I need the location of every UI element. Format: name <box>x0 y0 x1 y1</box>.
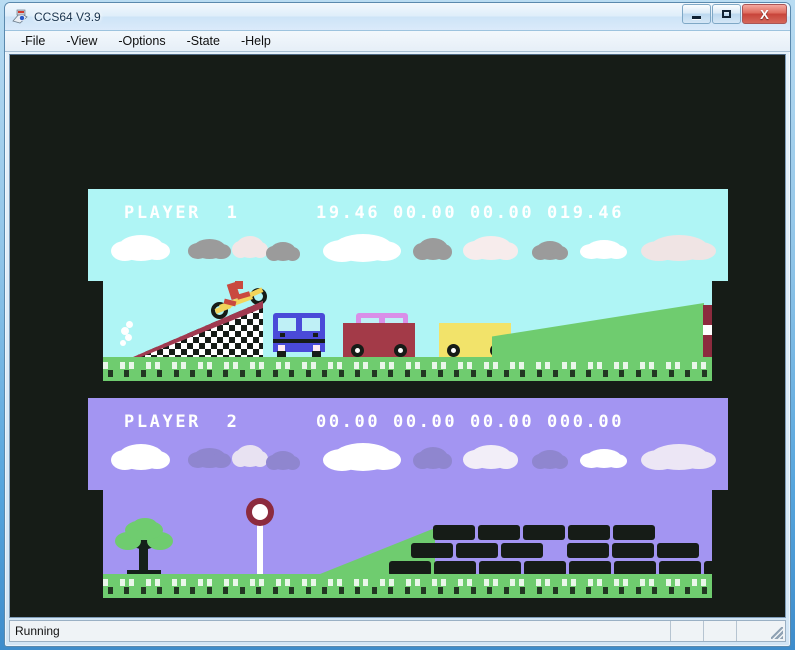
player1-times: 19.46 00.00 00.00 019.46 <box>316 203 625 223</box>
cloud <box>110 235 171 261</box>
menu-item-view[interactable]: -View <box>64 33 106 50</box>
window-controls: X <box>682 4 787 24</box>
menu-item-file[interactable]: -File <box>19 33 54 50</box>
cloud <box>580 449 628 468</box>
cloud <box>323 443 402 471</box>
menu-bar: -File -View -Options -State -Help <box>5 31 790 52</box>
brick <box>501 543 543 558</box>
menu-item-options[interactable]: -Options <box>116 33 174 50</box>
ground-strip <box>103 357 712 381</box>
player2-game-scene <box>103 490 712 598</box>
obstacle-brick-wall <box>389 524 712 576</box>
cloud <box>413 447 453 469</box>
brick <box>411 543 453 558</box>
cloud <box>187 239 231 259</box>
status-bar: Running <box>9 620 786 642</box>
minimize-icon <box>692 15 701 19</box>
cloud <box>463 236 518 260</box>
bus-detail <box>280 333 285 337</box>
application-window: CCS64 V3.9 X -File -View -Options -State… <box>4 2 791 647</box>
sign-disc <box>246 498 274 526</box>
brick <box>567 543 609 558</box>
status-panel-2 <box>703 621 736 641</box>
player1-cloud-band <box>88 231 728 281</box>
close-button[interactable]: X <box>742 4 787 24</box>
menu-item-state[interactable]: -State <box>185 33 229 50</box>
brick <box>478 525 520 540</box>
window-title: CCS64 V3.9 <box>34 9 101 24</box>
cloud <box>265 451 300 470</box>
cloud <box>231 236 268 258</box>
cloud <box>531 450 568 469</box>
maximize-icon <box>722 10 731 18</box>
player1-status-panel: PLAYER 1 19.46 00.00 00.00 019.46 <box>88 189 728 281</box>
car-roof <box>453 326 493 338</box>
cloud <box>640 235 717 261</box>
cloud <box>265 242 300 261</box>
cloud <box>231 445 268 467</box>
bus-bumper <box>273 339 325 343</box>
player2-label: PLAYER 2 <box>124 412 240 432</box>
marker-pole <box>703 305 712 357</box>
cloud <box>413 238 453 260</box>
player2-times: 00.00 00.00 00.00 000.00 <box>316 412 625 432</box>
bus-detail <box>313 333 318 337</box>
brick <box>657 543 699 558</box>
cloud <box>640 444 717 470</box>
scenery-round-sign <box>246 498 274 576</box>
player1-game-scene <box>103 281 712 381</box>
scenery-tree <box>113 514 175 576</box>
maximize-button[interactable] <box>712 4 741 24</box>
obstacle-car-red <box>343 323 415 357</box>
cloud <box>580 240 628 259</box>
checkered-ramp <box>133 301 263 357</box>
ground-strip <box>103 574 712 598</box>
close-icon: X <box>760 6 769 22</box>
rider-head <box>235 281 243 289</box>
cloud <box>110 444 171 470</box>
obstacle-hill <box>492 303 704 357</box>
status-panel-1 <box>670 621 703 641</box>
brick <box>523 525 565 540</box>
cloud <box>187 448 231 468</box>
car-roof <box>357 326 397 338</box>
bus-window-right <box>302 318 320 331</box>
c64-screen: PLAYER 1 19.46 00.00 00.00 019.46 PLAYER… <box>10 55 785 617</box>
ccs64-app-icon <box>12 9 28 25</box>
status-message: Running <box>15 624 60 638</box>
player1-label: PLAYER 1 <box>124 203 240 223</box>
car-wheel-rear <box>351 344 364 357</box>
brick <box>612 543 654 558</box>
minimize-button[interactable] <box>682 4 711 24</box>
obstacle-bus-blue <box>273 313 325 357</box>
menu-item-help[interactable]: -Help <box>239 33 280 50</box>
player2-status-panel: PLAYER 2 00.00 00.00 00.00 000.00 <box>88 398 728 490</box>
resize-grip-icon[interactable] <box>769 621 785 641</box>
cloud <box>531 241 568 260</box>
title-bar: CCS64 V3.9 X <box>5 3 790 31</box>
cloud <box>323 234 402 262</box>
brick <box>433 525 475 540</box>
bus-window-left <box>278 318 296 331</box>
brick <box>568 525 610 540</box>
car-wheel-rear <box>447 344 460 357</box>
status-panel-3 <box>736 621 769 641</box>
emulator-client-area[interactable]: PLAYER 1 19.46 00.00 00.00 019.46 PLAYER… <box>9 54 786 618</box>
cloud <box>463 445 518 469</box>
player2-cloud-band <box>88 440 728 490</box>
brick <box>613 525 655 540</box>
tree-foliage <box>133 518 157 532</box>
car-wheel-front <box>394 344 407 357</box>
sign-post <box>257 518 263 576</box>
brick <box>456 543 498 558</box>
